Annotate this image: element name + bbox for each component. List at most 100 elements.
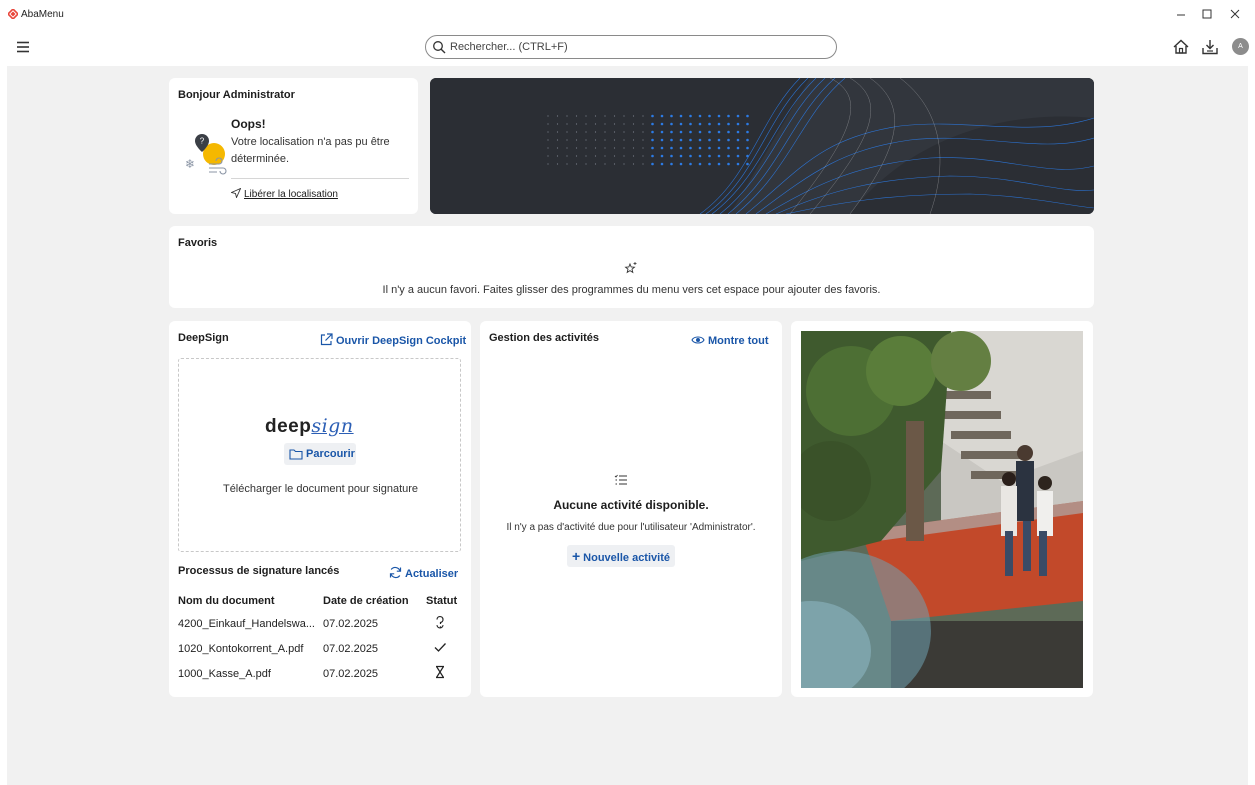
deepsign-logo-script: sign	[311, 415, 354, 437]
banner-dot	[575, 139, 578, 141]
app-title: AbaMenu	[21, 9, 64, 20]
banner-dot	[556, 131, 559, 133]
question-icon	[436, 616, 444, 629]
banner-dot	[670, 122, 673, 126]
office-photo-image	[801, 331, 1083, 688]
refresh-button[interactable]: Actualiser	[389, 564, 458, 582]
check-icon	[434, 643, 446, 652]
table-row[interactable]: 1020_Kontokorrent_A.pdf 07.02.2025	[178, 636, 462, 661]
banner-dot	[746, 146, 749, 150]
signature-processes-title: Processus de signature lancés	[178, 565, 340, 577]
banner-dot	[613, 115, 616, 117]
banner-dot	[566, 155, 568, 157]
no-activity-message: Il n'y a pas d'activité due pour l'utili…	[506, 522, 756, 533]
banner-dot	[670, 162, 673, 166]
banner-dot	[556, 115, 559, 117]
status-cell	[426, 661, 462, 686]
document-drop-zone[interactable]: deepsign Parcourir Télécharger le docume…	[178, 358, 461, 552]
banner-dot	[594, 131, 597, 133]
banner-dot	[679, 122, 683, 126]
document-name-cell: 1020_Kontokorrent_A.pdf	[178, 642, 304, 655]
banner-dot	[651, 138, 654, 142]
banner-dot	[698, 146, 702, 150]
banner-dot	[575, 131, 578, 133]
banner-dot	[651, 154, 654, 158]
activities-card: Gestion des activités Montre tout Aucune…	[480, 321, 782, 697]
banner-dot	[585, 123, 587, 125]
banner-dot	[689, 122, 692, 126]
banner-dot	[679, 114, 683, 118]
banner-dot	[575, 163, 578, 165]
browse-button[interactable]: Parcourir	[284, 443, 356, 465]
signature-processes-table: Nom du document Date de création Statut …	[178, 591, 462, 686]
banner-dot	[717, 122, 721, 126]
banner-dot	[689, 146, 692, 150]
banner-dot	[623, 163, 625, 165]
folder-icon	[289, 449, 303, 460]
banner-dot	[717, 162, 721, 166]
banner-dot	[746, 138, 749, 142]
banner-dot	[566, 163, 568, 165]
minimize-button[interactable]	[1167, 4, 1195, 26]
banner-dot	[594, 115, 597, 117]
banner-dot	[736, 122, 740, 126]
document-name-cell: 1000_Kasse_A.pdf	[178, 667, 271, 680]
search-input[interactable]	[450, 38, 820, 56]
search-box[interactable]	[425, 35, 837, 59]
favorites-title: Favoris	[178, 237, 218, 249]
banner-dot	[585, 131, 587, 133]
banner-dot	[632, 131, 635, 133]
eye-icon	[691, 336, 705, 344]
plus-icon: +	[571, 548, 581, 564]
new-activity-button[interactable]: + Nouvelle activité	[567, 545, 675, 567]
banner-dot	[547, 163, 549, 165]
column-header: Statut	[426, 595, 458, 607]
user-avatar[interactable]: A	[1232, 38, 1249, 55]
show-all-link[interactable]: Montre tout	[691, 331, 768, 349]
banner-dot	[642, 131, 644, 133]
open-deepsign-cockpit-link[interactable]: Ouvrir DeepSign Cockpit	[320, 331, 466, 349]
search-icon	[433, 41, 446, 54]
download-icon[interactable]	[1201, 38, 1219, 56]
banner-dot	[556, 123, 559, 125]
banner-dot	[585, 147, 587, 149]
banner-dot	[670, 114, 673, 118]
banner-dot	[736, 138, 740, 142]
hamburger-menu-icon[interactable]	[16, 39, 32, 55]
banner-dot	[566, 147, 568, 149]
banner-dot	[698, 130, 702, 134]
table-row[interactable]: 4200_Einkauf_Handelswa... 07.02.2025	[178, 611, 462, 636]
banner-dot	[547, 115, 549, 117]
banner-dot	[623, 115, 625, 117]
external-link-icon	[320, 333, 333, 346]
banner-dot	[708, 138, 711, 142]
banner-dot	[660, 122, 664, 126]
banner-dot	[585, 139, 587, 141]
banner-dot	[594, 139, 597, 141]
table-row[interactable]: 1000_Kasse_A.pdf 07.02.2025	[178, 661, 462, 686]
close-icon	[1230, 9, 1240, 19]
open-deepsign-cockpit-label: Ouvrir DeepSign Cockpit	[336, 335, 467, 347]
banner-dot	[736, 162, 740, 166]
free-location-label: Libérer la localisation	[244, 189, 338, 200]
banner-dot	[689, 154, 692, 158]
home-icon[interactable]	[1172, 38, 1190, 56]
banner-dot	[623, 123, 625, 125]
banner-dot	[708, 154, 711, 158]
maximize-button[interactable]	[1193, 4, 1221, 26]
banner-dot	[585, 163, 587, 165]
deepsign-card: DeepSign Ouvrir DeepSign Cockpit deepsig…	[169, 321, 471, 697]
banner-dot	[594, 123, 597, 125]
banner-dot	[642, 163, 644, 165]
navigation-arrow-icon	[230, 187, 242, 199]
banner-dot	[708, 122, 711, 126]
banner-dot	[604, 155, 606, 157]
banner-dot	[698, 154, 702, 158]
banner-dot	[547, 123, 549, 125]
banner-dot	[736, 154, 740, 158]
close-button[interactable]	[1221, 4, 1249, 26]
banner-dot	[746, 114, 749, 118]
banner-dot	[575, 123, 578, 125]
banner-dot	[566, 131, 568, 133]
free-location-link[interactable]: Libérer la localisation	[230, 187, 338, 200]
